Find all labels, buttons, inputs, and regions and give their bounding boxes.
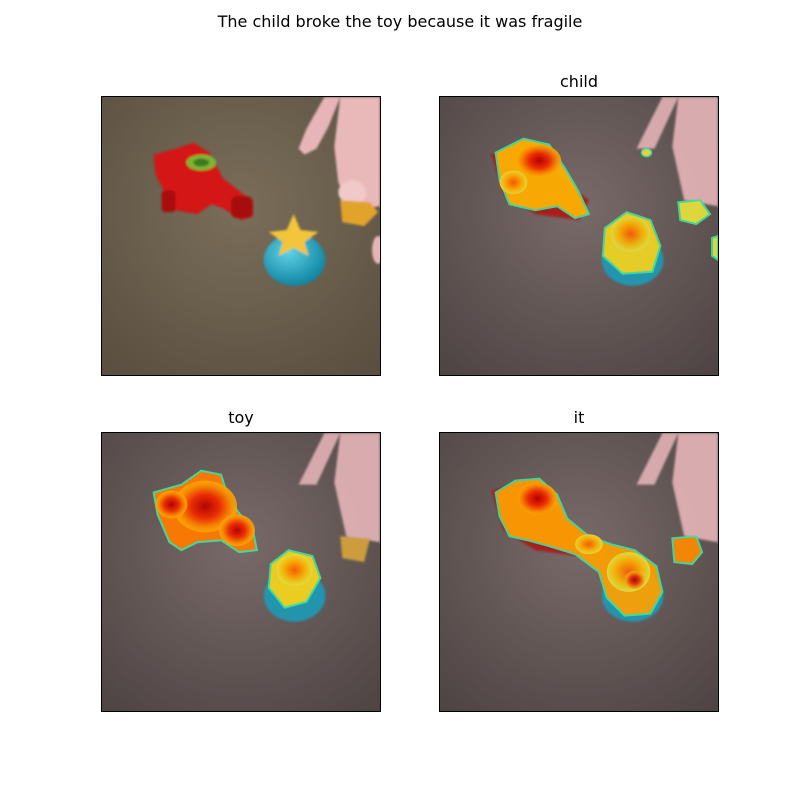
heatmap-it <box>440 433 718 711</box>
figure-title: The child broke the toy because it was f… <box>217 12 583 31</box>
panel-heatmap-child <box>439 96 719 376</box>
heatmap-toy <box>102 433 380 711</box>
panel-title-toy: toy <box>228 408 254 427</box>
original-photo <box>102 97 380 375</box>
panel-heatmap-it <box>439 432 719 712</box>
panel-heatmap-toy <box>101 432 381 712</box>
panel-original-image <box>101 96 381 376</box>
heatmap-child <box>440 97 718 375</box>
panel-title-it: it <box>573 408 585 427</box>
panel-title-child: child <box>560 72 598 91</box>
